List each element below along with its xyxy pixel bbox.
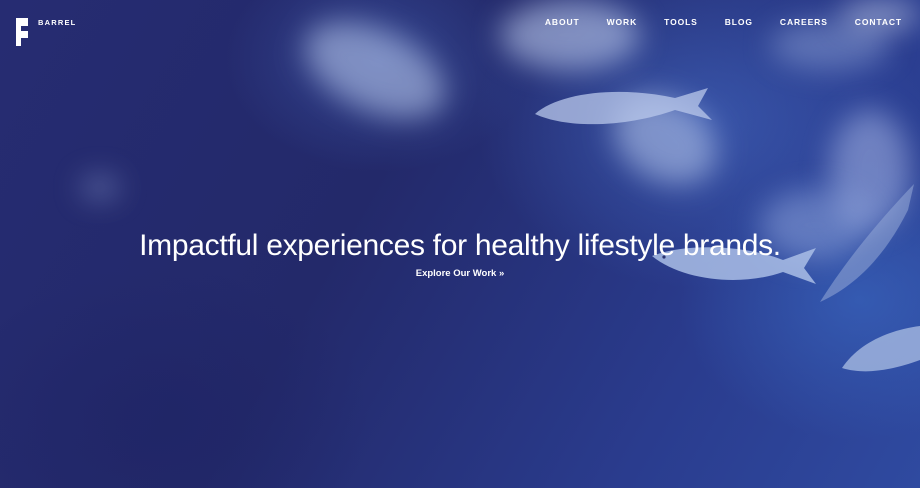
brand-logo-link[interactable]: BARREL (16, 18, 76, 46)
hero-cta: Explore Our Work » (0, 268, 920, 279)
water-blur-shape (80, 175, 120, 200)
nav-item-work[interactable]: WORK (607, 17, 638, 27)
nav-item-careers[interactable]: CAREERS (780, 17, 828, 27)
fish-illustration (842, 326, 920, 372)
explore-work-link[interactable]: Explore Our Work » (416, 268, 505, 279)
hero-headline: Impactful experiences for healthy lifest… (139, 229, 781, 263)
nav-item-contact[interactable]: CONTACT (855, 17, 902, 27)
main-nav: ABOUT WORK TOOLS BLOG CAREERS CONTACT (545, 17, 902, 27)
nav-item-tools[interactable]: TOOLS (664, 17, 698, 27)
brand-name: BARREL (38, 18, 77, 27)
barrel-logo-icon (16, 18, 28, 46)
nav-item-blog[interactable]: BLOG (725, 17, 753, 27)
water-blur-shape (290, 2, 460, 138)
water-blur-shape (500, 0, 640, 70)
fish-illustration (535, 88, 712, 125)
nav-item-about[interactable]: ABOUT (545, 17, 580, 27)
